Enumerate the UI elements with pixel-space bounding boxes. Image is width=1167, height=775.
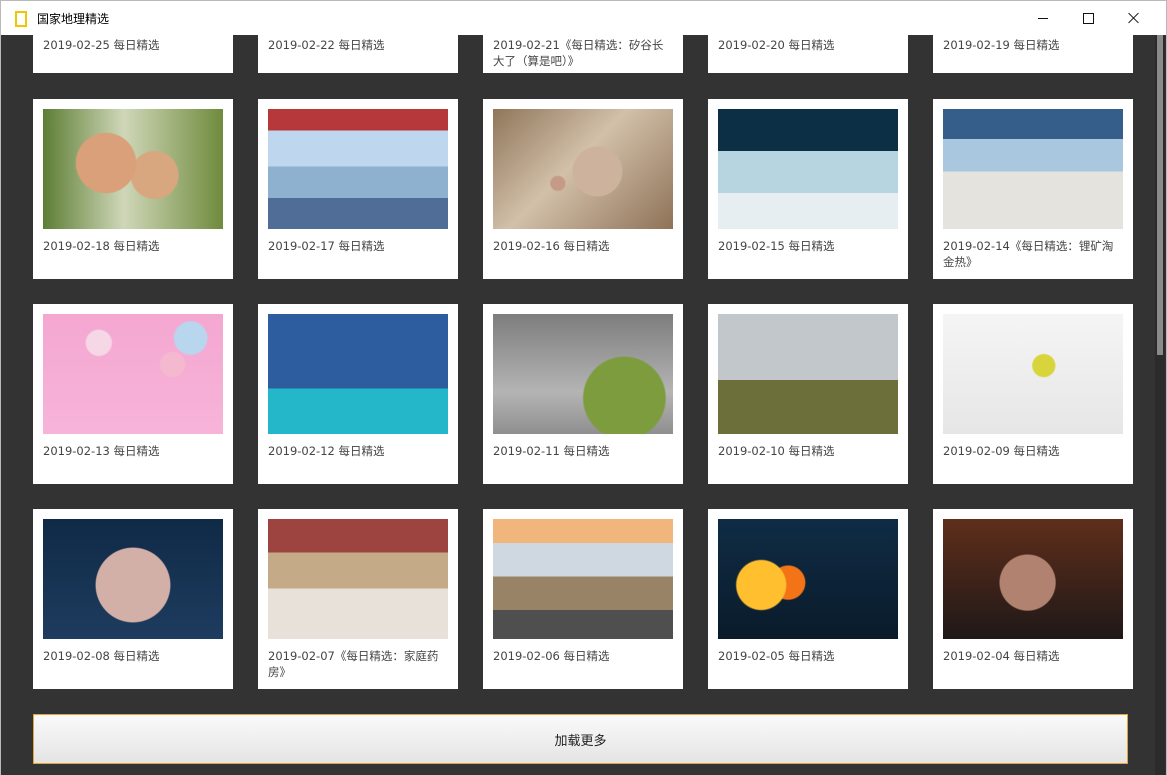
card-caption: 2019-02-18 每日精选	[43, 239, 160, 253]
boat-lake-photo[interactable]	[268, 109, 448, 229]
woman-portrait-photo[interactable]	[43, 519, 223, 639]
card-caption: 2019-02-21《每日精选：矽谷长大了（算是吧）》	[493, 38, 664, 68]
minimize-icon	[1038, 17, 1048, 19]
gallery-scroll-area[interactable]: 2019-02-25 每日精选 2019-02-22 每日精选 2019-02-…	[1, 35, 1166, 775]
gallery-card[interactable]: 2019-02-09 每日精选	[933, 304, 1133, 484]
card-caption: 2019-02-11 每日精选	[493, 444, 610, 458]
gallery-card[interactable]: 2019-02-11 每日精选	[483, 304, 683, 484]
close-button[interactable]	[1111, 1, 1157, 35]
card-caption: 2019-02-09 每日精选	[943, 444, 1060, 458]
card-caption: 2019-02-25 每日精选	[43, 38, 160, 52]
app-logo-icon	[15, 11, 27, 27]
card-caption: 2019-02-04 每日精选	[943, 649, 1060, 663]
card-caption: 2019-02-07《每日精选：家庭药房》	[268, 649, 439, 679]
ice-cave-photo[interactable]	[718, 109, 898, 229]
scrollbar-thumb[interactable]	[1157, 35, 1163, 355]
gallery-card[interactable]: 2019-02-04 每日精选	[933, 509, 1133, 689]
gallery-card[interactable]: 2019-02-17 每日精选	[258, 99, 458, 279]
gallery-card[interactable]: 2019-02-21《每日精选：矽谷长大了（算是吧）》	[483, 35, 683, 73]
goat-rock-photo[interactable]	[493, 314, 673, 434]
maximize-button[interactable]	[1065, 1, 1111, 35]
family-books-photo[interactable]	[268, 519, 448, 639]
boxer-photo[interactable]	[943, 519, 1123, 639]
app-window: 国家地理精选 2019-02-25 每日精选 2019-02-22 每日精选 2…	[0, 0, 1167, 775]
window-title: 国家地理精选	[37, 12, 110, 26]
card-caption: 2019-02-12 每日精选	[268, 444, 385, 458]
card-caption: 2019-02-20 每日精选	[718, 38, 835, 52]
card-caption: 2019-02-15 每日精选	[718, 239, 835, 253]
gallery-card[interactable]: 2019-02-08 每日精选	[33, 509, 233, 689]
card-caption: 2019-02-17 每日精选	[268, 239, 385, 253]
card-caption: 2019-02-08 每日精选	[43, 649, 160, 663]
gallery-card[interactable]: 2019-02-13 每日精选	[33, 304, 233, 484]
card-caption: 2019-02-22 每日精选	[268, 38, 385, 52]
gallery-card[interactable]: 2019-02-22 每日精选	[258, 35, 458, 73]
card-caption: 2019-02-06 每日精选	[493, 649, 610, 663]
gallery-card[interactable]: 2019-02-14《每日精选：锂矿淘金热》	[933, 99, 1133, 279]
swimmers-photo[interactable]	[268, 314, 448, 434]
gallery-card[interactable]: 2019-02-10 每日精选	[708, 304, 908, 484]
father-child-photo[interactable]	[43, 109, 223, 229]
gallery-card[interactable]: 2019-02-18 每日精选	[33, 99, 233, 279]
vertical-scrollbar[interactable]	[1155, 35, 1165, 775]
card-caption: 2019-02-05 每日精选	[718, 649, 835, 663]
salt-workers-photo[interactable]	[943, 109, 1123, 229]
gallery-card[interactable]: 2019-02-15 每日精选	[708, 99, 908, 279]
gallery-card[interactable]: 2019-02-12 每日精选	[258, 304, 458, 484]
card-caption: 2019-02-19 每日精选	[943, 38, 1060, 52]
close-icon	[1128, 12, 1140, 24]
gallery-card[interactable]: 2019-02-25 每日精选	[33, 35, 233, 73]
balloons-photo[interactable]	[43, 314, 223, 434]
load-more-button[interactable]: 加载更多	[33, 714, 1128, 764]
card-caption: 2019-02-14《每日精选：锂矿淘金热》	[943, 239, 1114, 269]
gallery-card[interactable]: 2019-02-20 每日精选	[708, 35, 908, 73]
minimize-button[interactable]	[1020, 1, 1066, 35]
fire-breather-photo[interactable]	[718, 519, 898, 639]
gallery-card[interactable]: 2019-02-16 每日精选	[483, 99, 683, 279]
card-caption: 2019-02-16 每日精选	[493, 239, 610, 253]
gallery-card[interactable]: 2019-02-06 每日精选	[483, 509, 683, 689]
giraffes-photo[interactable]	[718, 314, 898, 434]
bird-blossom-photo[interactable]	[943, 314, 1123, 434]
gallery-card[interactable]: 2019-02-19 每日精选	[933, 35, 1133, 73]
card-caption: 2019-02-13 每日精选	[43, 444, 160, 458]
maximize-icon	[1082, 12, 1094, 24]
title-bar: 国家地理精选	[1, 1, 1166, 35]
sheep-road-photo[interactable]	[493, 519, 673, 639]
card-caption: 2019-02-10 每日精选	[718, 444, 835, 458]
fox-photo[interactable]	[493, 109, 673, 229]
gallery-card[interactable]: 2019-02-07《每日精选：家庭药房》	[258, 509, 458, 689]
gallery-card[interactable]: 2019-02-05 每日精选	[708, 509, 908, 689]
